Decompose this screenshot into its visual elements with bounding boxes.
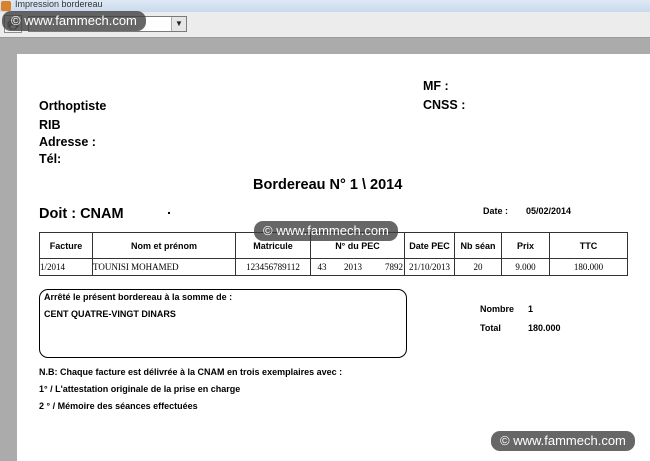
watermark-bottom: © www.fammech.com: [491, 431, 635, 451]
col-header-facture: Facture: [39, 232, 93, 259]
nb-note: N.B: Chaque facture est délivrée à la CN…: [39, 367, 343, 377]
note-item-1: 1° / L'attestation originale de la prise…: [39, 384, 241, 394]
note-item-2: 2 ° / Mémoire des séances effectuées: [39, 401, 198, 411]
date-value: 05/02/2014: [526, 206, 572, 216]
amount-box: Arrêté le présent bordereau à la somme d…: [39, 289, 407, 358]
total-label: Total: [480, 323, 501, 333]
cell-ttc: 180.000: [549, 258, 628, 276]
stray-dot: [168, 212, 170, 214]
cell-date-pec: 21/10/2013: [404, 258, 455, 276]
date-label: Date :: [483, 206, 509, 216]
header-mf-label: MF :: [423, 79, 449, 93]
table-row: 1/2014 TOUNISI MOHAMED 123456789112 43 20…: [39, 258, 628, 276]
amount-words: CENT QUATRE-VINGT DINARS: [44, 309, 176, 319]
nombre-label: Nombre: [480, 304, 515, 314]
cell-matricule: 123456789112: [235, 258, 311, 276]
doit-cnam: Doit : CNAM: [39, 206, 124, 222]
col-header-nom: Nom et prénom: [92, 232, 236, 259]
window-title: Impression bordereau: [15, 0, 103, 9]
total-value: 180.000: [528, 323, 561, 333]
header-tel-label: Tél:: [39, 152, 62, 166]
header-rib-label: RIB: [39, 118, 61, 132]
app-icon: [1, 1, 11, 11]
cell-nb-seances: 20: [454, 258, 502, 276]
cell-facture: 1/2014: [39, 258, 93, 276]
cell-pec-part2: 2013: [344, 262, 362, 272]
cell-nom: TOUNISI MOHAMED: [92, 258, 236, 276]
col-header-date-pec: Date PEC: [404, 232, 455, 259]
watermark-center: © www.fammech.com: [254, 221, 398, 241]
cell-pec-part3: 7892: [385, 262, 403, 272]
header-cnss-label: CNSS :: [423, 98, 466, 112]
header-profession: Orthoptiste: [39, 99, 107, 113]
nombre-value: 1: [528, 304, 534, 314]
cell-pec: 43 2013 7892: [310, 258, 405, 276]
watermark-top: © www.fammech.com: [2, 11, 146, 31]
col-header-prix: Prix: [501, 232, 550, 259]
col-header-nb-seances: Nb séan: [454, 232, 502, 259]
cell-prix: 9.000: [501, 258, 550, 276]
header-adresse-label: Adresse :: [39, 135, 96, 149]
print-preview-page: Orthoptiste RIB Adresse : Tél: MF : CNSS…: [17, 54, 650, 461]
cell-pec-part1: 43: [317, 262, 327, 272]
chevron-down-icon[interactable]: ▼: [171, 17, 186, 31]
bordereau-title: Bordereau N° 1 \ 2014: [253, 177, 403, 193]
col-header-ttc: TTC: [549, 232, 628, 259]
arrete-label: Arrêté le présent bordereau à la somme d…: [44, 292, 233, 302]
